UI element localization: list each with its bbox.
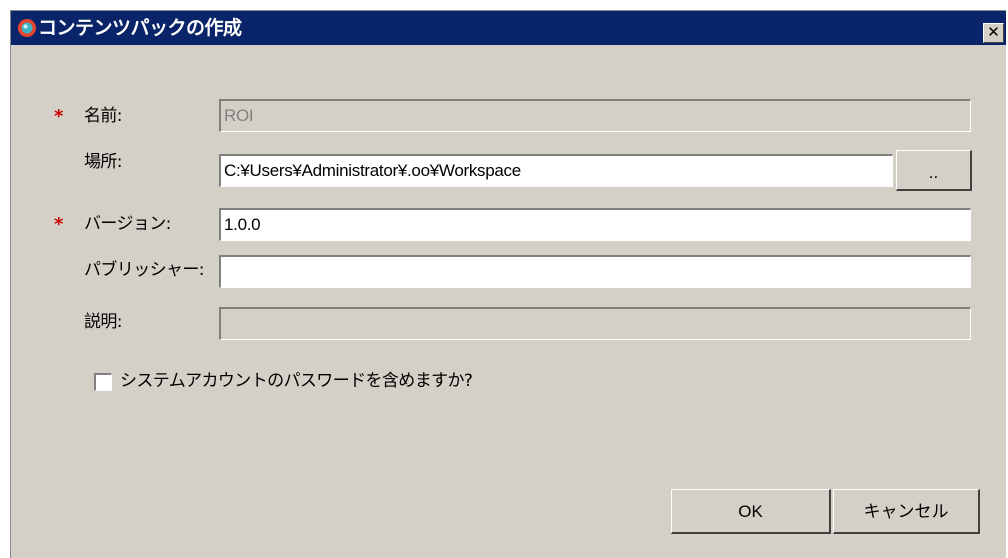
close-button[interactable]: ✕ [983,23,1004,43]
version-field[interactable]: 1.0.0 [219,208,971,241]
version-required-marker: * [54,214,64,235]
create-content-pack-dialog: コンテンツパックの作成 ✕ * 名前: ROI 場所: C:¥Users¥Adm… [10,10,1006,558]
description-label: 説明: [84,312,123,332]
cancel-button[interactable]: キャンセル [833,489,980,534]
version-label: バージョン: [84,214,171,234]
dialog-title: コンテンツパックの作成 [38,17,242,39]
name-required-marker: * [54,106,64,127]
checkbox-icon[interactable] [94,373,112,391]
location-field[interactable]: C:¥Users¥Administrator¥.oo¥Workspace [219,154,893,187]
name-field[interactable]: ROI [219,99,971,132]
description-field[interactable] [219,307,971,340]
name-label: 名前: [84,106,123,126]
browse-button[interactable]: .. [896,150,972,191]
publisher-label: パブリッシャー: [84,260,205,280]
ok-button[interactable]: OK [671,489,831,534]
title-bar[interactable]: コンテンツパックの作成 ✕ [11,11,1006,45]
include-passwords-label[interactable]: システムアカウントのパスワードを含めますか? [120,370,473,392]
content-pack-app-icon [17,18,37,38]
publisher-field[interactable] [219,255,971,288]
close-icon: ✕ [987,23,1000,41]
location-label: 場所: [84,152,123,172]
